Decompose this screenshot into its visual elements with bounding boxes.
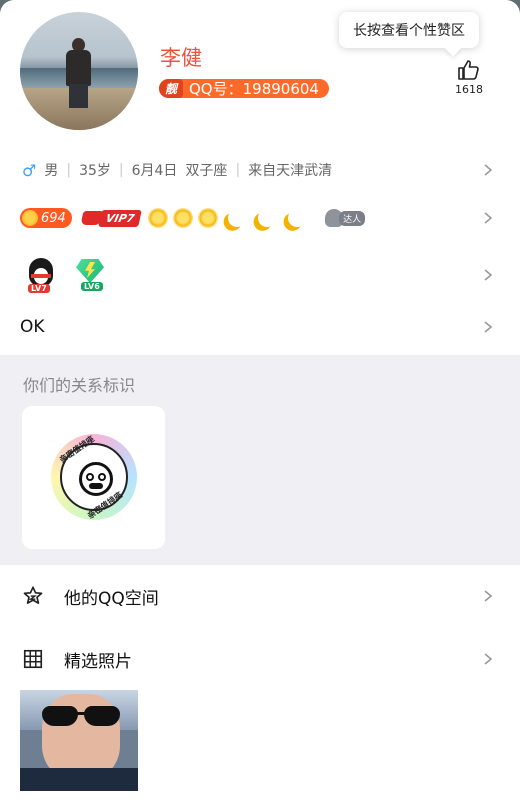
face-eye bbox=[86, 473, 94, 481]
gender-text: 男 bbox=[44, 163, 59, 179]
liang-number-icon: 靓 bbox=[159, 79, 183, 98]
thumbs-up-icon bbox=[458, 60, 479, 80]
relationship-title: 你们的关系标识 bbox=[23, 376, 136, 395]
moon-icon bbox=[257, 208, 278, 229]
basic-info-row[interactable]: ♂ 男 | 35岁 | 6月4日 双子座 | 来自天津武清 bbox=[0, 152, 520, 188]
qq-number-badge[interactable]: 靓 QQ号：19890604 bbox=[159, 79, 329, 98]
chevron-right-icon bbox=[484, 590, 493, 602]
talent-badge: 达人 bbox=[325, 209, 366, 227]
chevron-right-icon bbox=[484, 653, 493, 665]
talent-label: 达人 bbox=[339, 210, 366, 226]
star-icon bbox=[23, 586, 43, 604]
relationship-card[interactable]: 亲密值排座 亲密值排座 bbox=[22, 406, 165, 549]
like-button[interactable]: 1618 bbox=[452, 58, 486, 96]
moon-icon bbox=[227, 208, 248, 229]
vip-badge: VIP7 bbox=[80, 208, 142, 228]
face-icon bbox=[79, 462, 113, 496]
qq-level-icons bbox=[148, 208, 313, 228]
zodiac-text: 双子座 bbox=[185, 163, 228, 179]
divider: | bbox=[118, 162, 124, 178]
penguin-level-icon: LV7 bbox=[24, 256, 58, 294]
face-eye bbox=[98, 473, 106, 481]
sunglasses bbox=[40, 706, 122, 726]
sun-icon bbox=[173, 208, 194, 228]
lens-left bbox=[42, 706, 78, 726]
signature-text: OK bbox=[20, 317, 45, 337]
sun-icon bbox=[198, 208, 219, 228]
hometown-text: 来自天津武清 bbox=[248, 163, 333, 179]
vip-label: VIP7 bbox=[98, 209, 142, 227]
avatar[interactable] bbox=[20, 12, 138, 130]
birthday-text: 6月4日 bbox=[131, 163, 178, 179]
avatar-person-body bbox=[66, 50, 91, 86]
qzone-label: 他的QQ空间 bbox=[64, 588, 159, 609]
chevron-right-icon bbox=[484, 321, 493, 333]
age-text: 35岁 bbox=[79, 163, 111, 179]
avatar-person-legs bbox=[69, 84, 88, 108]
badges-row[interactable]: 694 VIP7 达人 bbox=[0, 204, 520, 232]
chevron-right-icon bbox=[484, 269, 493, 281]
chevron-right-icon bbox=[484, 164, 493, 176]
gem-level-label: LV6 bbox=[81, 282, 103, 291]
divider: | bbox=[66, 162, 72, 178]
qq-number-text: QQ号：19890604 bbox=[189, 80, 319, 98]
lens-right bbox=[84, 706, 120, 726]
photos-row[interactable]: 精选照片 bbox=[0, 634, 520, 684]
lightning-gem-icon: LV6 bbox=[72, 257, 108, 293]
signature-row[interactable]: OK bbox=[0, 312, 520, 342]
coin-icon bbox=[22, 210, 38, 226]
like-count: 1618 bbox=[455, 83, 483, 96]
male-icon: ♂ bbox=[22, 160, 37, 180]
chevron-right-icon bbox=[484, 212, 493, 224]
level-icons-row[interactable]: LV7 LV6 bbox=[0, 254, 520, 296]
sun-icon bbox=[148, 208, 169, 228]
grid-icon bbox=[23, 649, 43, 669]
photos-label: 精选照片 bbox=[64, 651, 132, 672]
photo-shirt bbox=[20, 768, 138, 791]
penguin-scarf bbox=[31, 274, 51, 278]
divider: | bbox=[235, 162, 241, 178]
coin-value: 694 bbox=[41, 210, 66, 226]
profile-name: 李健 bbox=[160, 46, 202, 70]
coin-badge: 694 bbox=[20, 208, 72, 228]
face-mouth bbox=[89, 483, 103, 489]
featured-photo[interactable] bbox=[20, 690, 138, 791]
relationship-emblem-icon: 亲密值排座 亲密值排座 bbox=[51, 434, 137, 521]
qzone-row[interactable]: 他的QQ空间 bbox=[0, 571, 520, 621]
moon-icon bbox=[287, 208, 308, 229]
like-tooltip: 长按查看个性赞区 bbox=[339, 12, 479, 48]
profile-card: 李健 靓 QQ号：19890604 长按查看个性赞区 1618 ♂ 男 | 35… bbox=[0, 0, 520, 800]
penguin-level-label: LV7 bbox=[28, 284, 50, 293]
